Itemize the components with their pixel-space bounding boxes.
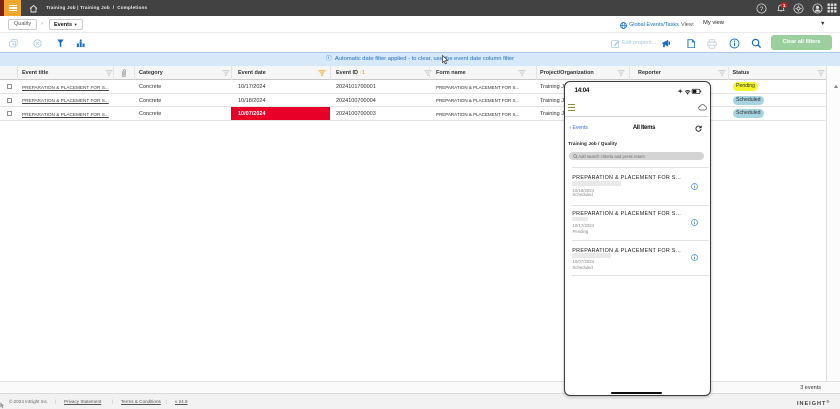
svg-text:?: ? (760, 5, 764, 12)
